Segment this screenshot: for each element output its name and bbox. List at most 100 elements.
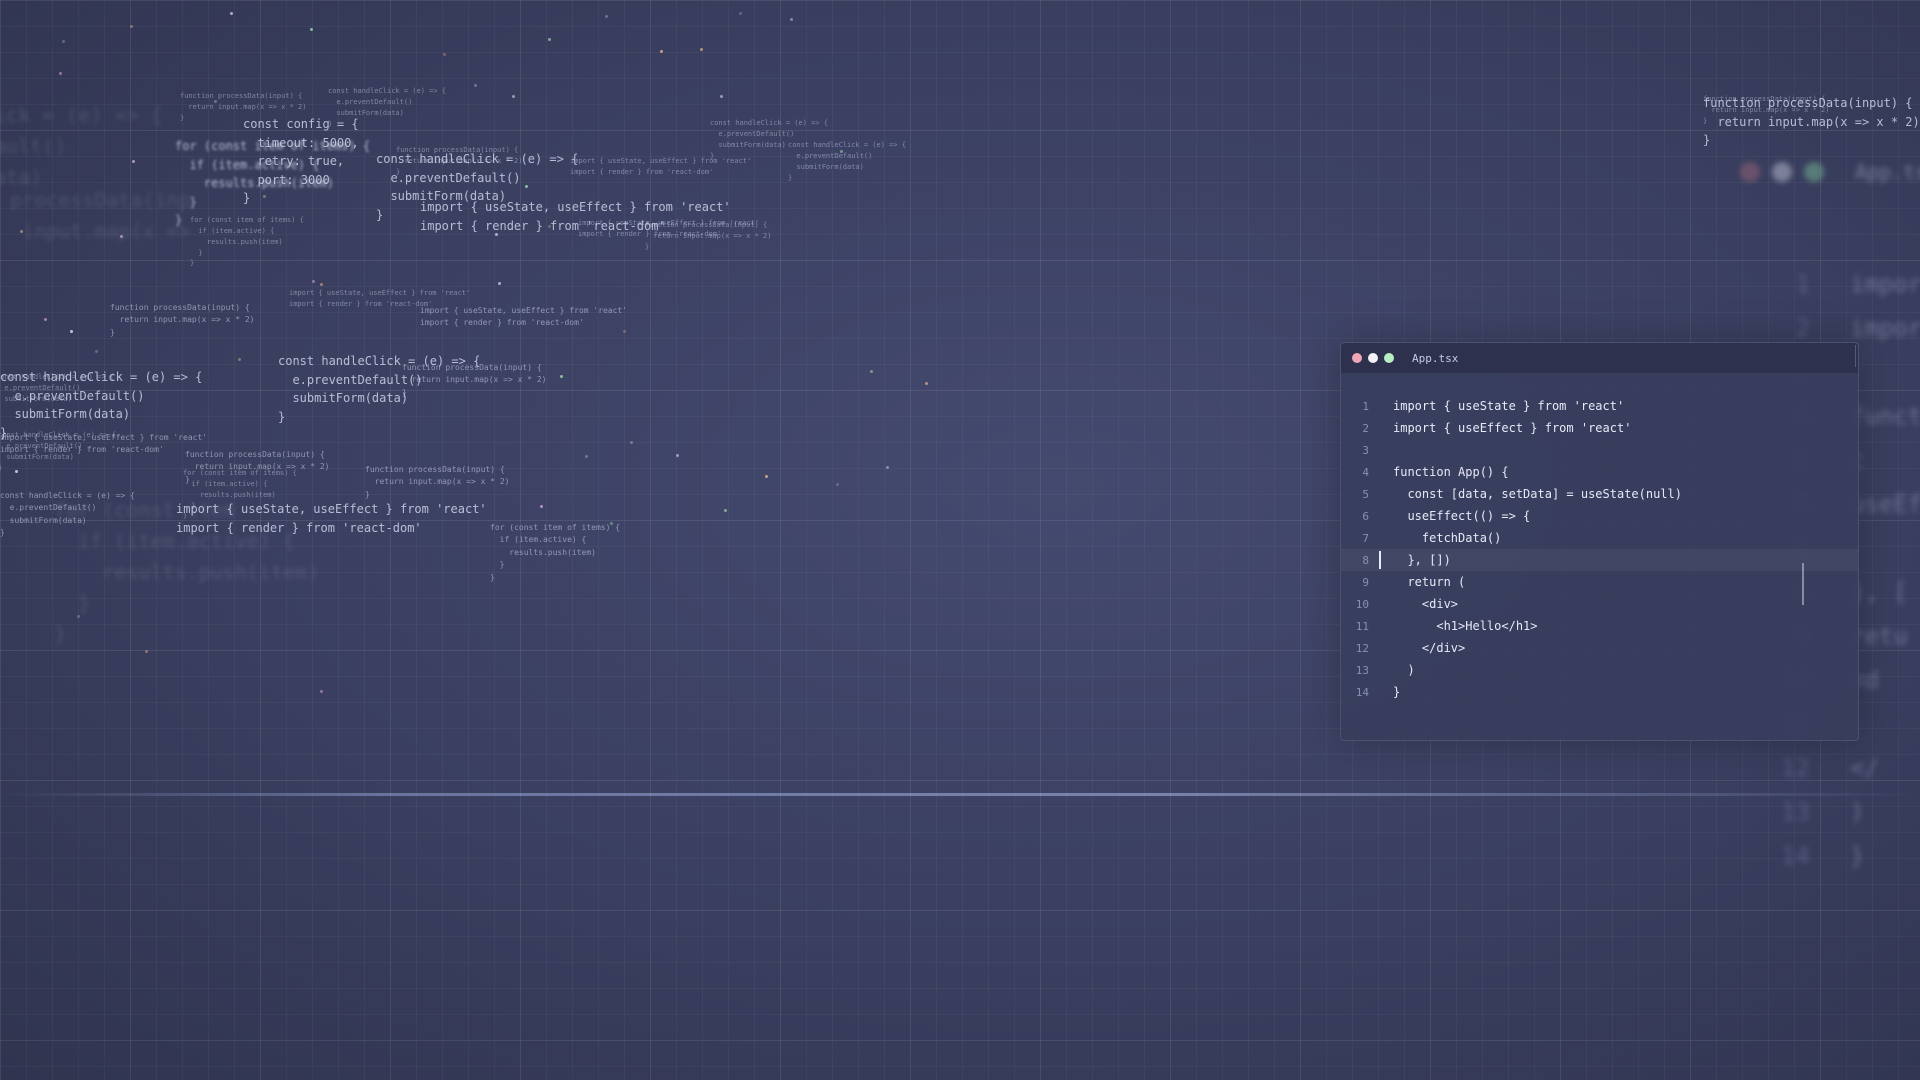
particle <box>59 72 62 75</box>
code-fragment: function processData(input) { return inp… <box>180 92 307 122</box>
particle <box>70 330 73 333</box>
particle <box>605 15 608 18</box>
line-text: import { useState } from 'react' <box>1393 399 1625 413</box>
code-fragment: function processData(input) { return inp… <box>402 363 547 397</box>
particle <box>676 454 679 457</box>
background-window-dot <box>1804 162 1824 182</box>
background-line-text: useEf <box>1850 490 1920 518</box>
code-line[interactable]: 9 return ( <box>1341 571 1858 593</box>
background-code-line: 13) <box>1740 790 1920 834</box>
window-maximize-dot[interactable] <box>1384 353 1394 363</box>
code-fragment: for (const item of items) { if (item.act… <box>490 523 621 582</box>
particle <box>498 282 501 285</box>
code-line[interactable]: 7 fetchData() <box>1341 527 1858 549</box>
line-text: return ( <box>1393 575 1466 589</box>
code-line[interactable]: 5 const [data, setData] = useState(null) <box>1341 483 1858 505</box>
particle <box>145 650 148 653</box>
particle <box>320 283 323 286</box>
code-fragment: ick = (e) => { ault() ata) <box>0 103 163 189</box>
background-line-number: 12 <box>1781 754 1810 782</box>
particle <box>660 50 663 53</box>
particle <box>230 12 233 15</box>
line-text: <div> <box>1393 597 1459 611</box>
line-number: 2 <box>1362 421 1369 435</box>
line-number: 1 <box>1362 399 1369 413</box>
background-line-number: 14 <box>1781 842 1810 870</box>
particle <box>312 280 315 283</box>
line-number: 6 <box>1362 509 1369 523</box>
code-area[interactable]: 1 import { useState } from 'react' 2 import… <box>1341 395 1858 703</box>
code-fragment: function processData(input) { return inp… <box>1703 96 1920 148</box>
editor-titlebar: App.tsx <box>1341 343 1858 374</box>
line-text: const [data, setData] = useState(null) <box>1393 487 1682 501</box>
code-fragment: processData(inp input.map(x => <box>10 188 191 243</box>
particle <box>630 441 633 444</box>
editor-tab-title[interactable]: App.tsx <box>1412 352 1458 365</box>
line-number: 13 <box>1355 663 1369 677</box>
line-number: 7 <box>1362 531 1369 545</box>
background-code-line: 12 </ <box>1740 746 1920 790</box>
particle <box>44 318 47 321</box>
code-fragment: const handleClick = (e) => { e.preventDe… <box>328 87 447 128</box>
line-number: 10 <box>1355 597 1369 611</box>
editor-edge-guide <box>1855 345 1856 367</box>
code-line[interactable]: 6 useEffect(() => { <box>1341 505 1858 527</box>
code-line[interactable]: 10 <div> <box>1341 593 1858 615</box>
particle <box>724 509 727 512</box>
line-text: }, []) <box>1393 553 1451 567</box>
line-number: 9 <box>1362 575 1369 589</box>
background-window-dots <box>1740 162 1836 186</box>
particle <box>310 28 313 31</box>
text-cursor <box>1379 551 1381 569</box>
particle <box>765 475 768 478</box>
particle <box>443 53 446 56</box>
code-fragment: function processData(input) { return inp… <box>396 146 523 176</box>
particle <box>700 48 703 51</box>
line-number: 5 <box>1362 487 1369 501</box>
editor-scrollbar-thumb[interactable] <box>1802 563 1804 605</box>
particle <box>130 25 133 28</box>
code-line[interactable]: 13 ) <box>1341 659 1858 681</box>
code-fragment: function processData(input) { return inp… <box>110 303 255 337</box>
line-number: 14 <box>1355 685 1369 699</box>
background-editor-title: App.ts <box>1855 160 1920 184</box>
background-line-text: import <box>1850 314 1920 342</box>
particle <box>739 12 742 15</box>
line-number: 8 <box>1362 553 1369 567</box>
code-fragment: function processData(input) { return inp… <box>365 465 510 499</box>
background-line-text: functi <box>1850 402 1920 430</box>
code-fragment: const handleClick = (e) => { e.preventDe… <box>0 491 135 538</box>
background-line-text: } <box>1850 842 1865 870</box>
code-line[interactable]: 12 </div> <box>1341 637 1858 659</box>
code-line[interactable]: 3 <box>1341 439 1858 461</box>
particle <box>474 84 477 87</box>
background-line-number: 1 <box>1795 270 1810 298</box>
code-fragment: function processData(input) { return inp… <box>645 221 772 251</box>
code-line[interactable]: 4 function App() { <box>1341 461 1858 483</box>
line-text: </div> <box>1393 641 1466 655</box>
code-fragment: import { useState, useEffect } from 'rea… <box>420 306 628 328</box>
particle <box>836 483 839 486</box>
line-number: 4 <box>1362 465 1369 479</box>
line-number: 11 <box>1355 619 1369 633</box>
background-line-text: import <box>1850 270 1920 298</box>
code-line[interactable]: 14} <box>1341 681 1858 703</box>
line-text: useEffect(() => { <box>1393 509 1531 523</box>
code-line[interactable]: 11 <h1>Hello</h1> <box>1341 615 1858 637</box>
particle <box>238 358 241 361</box>
line-text: } <box>1393 685 1401 699</box>
code-line[interactable]: 1 import { useState } from 'react' <box>1341 395 1858 417</box>
window-minimize-dot[interactable] <box>1368 353 1378 363</box>
line-number: 12 <box>1355 641 1369 655</box>
horizontal-light-streak <box>0 793 1920 796</box>
code-line-current[interactable]: 8 }, []) <box>1341 549 1858 571</box>
code-line[interactable]: 2 import { useEffect } from 'react' <box>1341 417 1858 439</box>
particle <box>870 370 873 373</box>
particle <box>560 375 563 378</box>
window-close-dot[interactable] <box>1352 353 1362 363</box>
particle <box>320 690 323 693</box>
code-editor-window: App.tsx 1 import { useState } from 'react… <box>1340 342 1859 741</box>
particle <box>720 95 723 98</box>
particle <box>540 505 543 508</box>
code-fragment: const handleClick = (e) => { e.preventDe… <box>788 141 907 182</box>
